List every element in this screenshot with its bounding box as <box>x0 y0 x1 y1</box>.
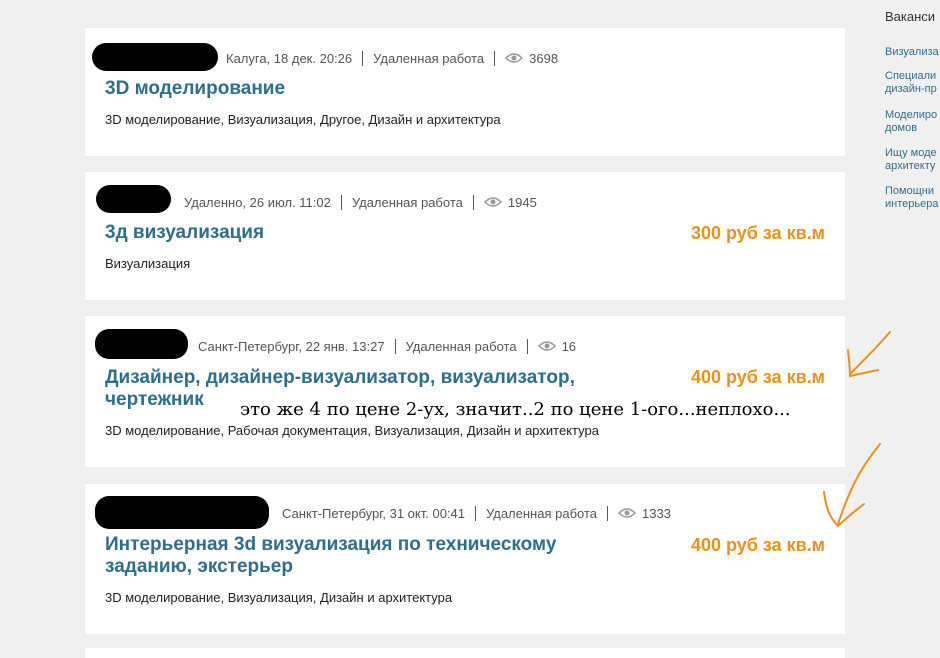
vacancies-sidebar: Ваканси Визуализа Специали дизайн-пр Мод… <box>878 0 940 652</box>
vacancy-tags: 3D моделирование, Визуализация, Дизайн и… <box>105 590 453 605</box>
redacted-author <box>92 43 218 71</box>
work-type: Удаленная работа <box>351 194 463 210</box>
redacted-author <box>96 185 171 213</box>
work-type: Удаленная работа <box>373 50 485 66</box>
vacancy-card[interactable]: Калуга, 18 дек. 20:26 Удаленная работа 3… <box>85 28 845 156</box>
location-time: Удаленно, 26 июл. 11:02 <box>184 194 331 210</box>
divider <box>472 194 474 210</box>
redacted-author <box>95 496 269 529</box>
vacancy-price: 300 руб за кв.м <box>690 223 825 243</box>
vacancy-tags: 3D моделирование, Рабочая документация, … <box>105 423 599 438</box>
vacancy-title[interactable]: 3D моделирование <box>105 78 645 100</box>
views-count: 16 <box>561 338 577 354</box>
views-count: 1945 <box>507 194 537 210</box>
location-time: Калуга, 18 дек. 20:26 <box>226 50 353 66</box>
vacancy-tags: Визуализация <box>105 256 191 271</box>
redacted-author <box>95 329 188 359</box>
vacancy-meta: Санкт-Петербург, 31 окт. 00:41 Удаленная… <box>282 503 671 523</box>
work-type: Удаленная работа <box>405 338 517 354</box>
divider <box>394 338 396 354</box>
vacancy-price: 400 руб за кв.м <box>690 367 825 387</box>
divider <box>526 338 528 354</box>
sidebar-item[interactable]: Визуализа <box>885 46 940 59</box>
vacancy-meta: Санкт-Петербург, 22 янв. 13:27 Удаленная… <box>198 336 576 356</box>
vacancy-card[interactable] <box>85 648 845 658</box>
vacancy-card[interactable]: Санкт-Петербург, 22 янв. 13:27 Удаленная… <box>85 316 845 467</box>
eye-icon <box>618 507 637 519</box>
vacancy-price: 400 руб за кв.м <box>690 535 825 555</box>
vacancy-meta: Калуга, 18 дек. 20:26 Удаленная работа 3… <box>226 48 558 68</box>
location-time: Санкт-Петербург, 22 янв. 13:27 <box>198 338 385 354</box>
vacancy-tags: 3D моделирование, Визуализация, Другое, … <box>105 112 501 127</box>
eye-icon <box>505 52 524 64</box>
divider <box>607 505 609 521</box>
divider <box>475 505 476 521</box>
eye-icon <box>537 340 556 352</box>
divider <box>494 50 496 66</box>
work-type: Удаленная работа <box>486 505 598 521</box>
sidebar-item[interactable]: Ищу моде архитекту <box>885 147 940 173</box>
sidebar-item[interactable]: Специали дизайн-пр <box>885 70 940 96</box>
location-time: Санкт-Петербург, 31 окт. 00:41 <box>282 505 465 521</box>
divider <box>340 194 342 210</box>
vacancy-title[interactable]: 3д визуализация <box>105 222 645 244</box>
annotation-text: это же 4 по цене 2-ух, значит..2 по цене… <box>240 399 791 420</box>
views-count: 3698 <box>529 50 559 66</box>
vacancy-title[interactable]: Интерьерная 3d визуализация по техническ… <box>105 534 625 578</box>
sidebar-item[interactable]: Помощни интерьера <box>885 185 940 211</box>
vacancy-card[interactable]: Санкт-Петербург, 31 окт. 00:41 Удаленная… <box>85 484 845 634</box>
vacancy-meta: Удаленно, 26 июл. 11:02 Удаленная работа… <box>184 192 537 212</box>
divider <box>362 50 364 66</box>
sidebar-heading: Ваканси <box>885 9 936 24</box>
annotation-arrow-icon <box>823 443 881 528</box>
eye-icon <box>483 196 502 208</box>
vacancy-card[interactable]: Удаленно, 26 июл. 11:02 Удаленная работа… <box>85 172 845 300</box>
sidebar-item[interactable]: Моделиро домов <box>885 109 940 135</box>
views-count: 1333 <box>642 505 671 521</box>
